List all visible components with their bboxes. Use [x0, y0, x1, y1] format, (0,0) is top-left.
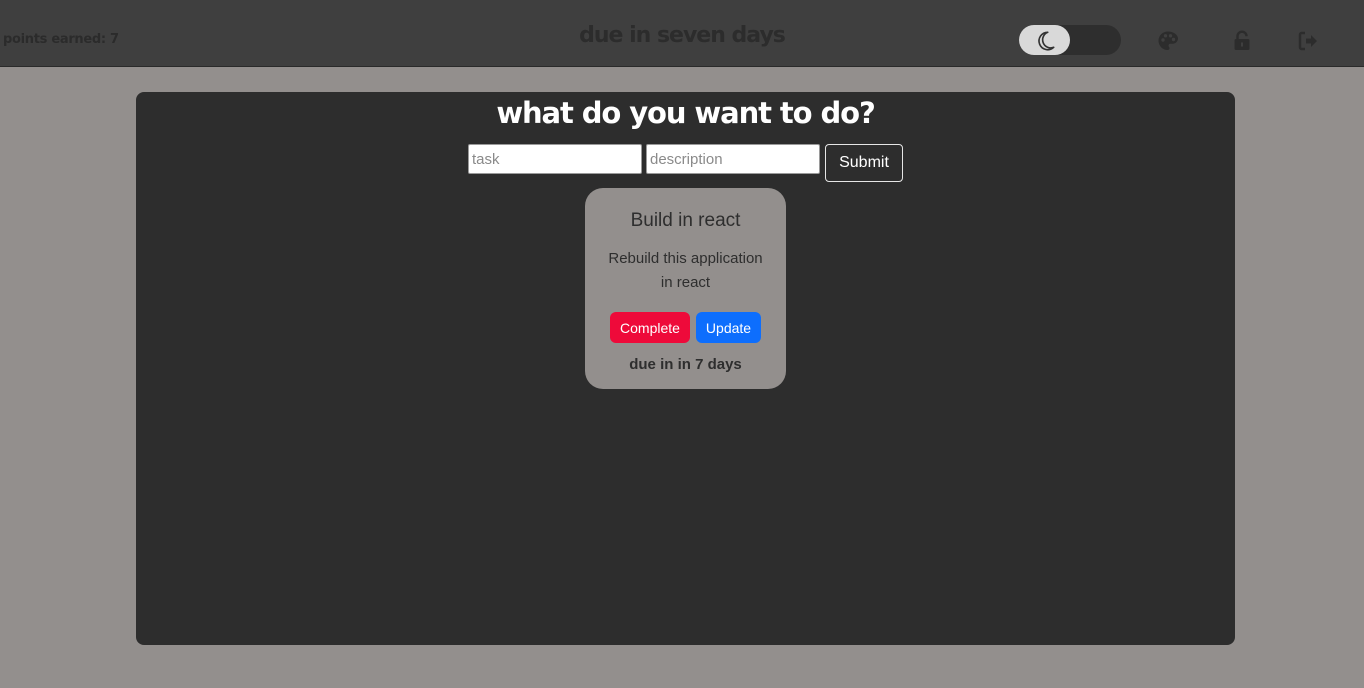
- heading-container: what do you want to do?: [136, 95, 1235, 131]
- description-input[interactable]: [646, 144, 820, 174]
- sign-out-icon[interactable]: [1296, 29, 1320, 53]
- moon-icon: [1038, 31, 1055, 51]
- page-heading: what do you want to do?: [496, 96, 875, 130]
- submit-button[interactable]: Submit: [825, 144, 903, 182]
- complete-button[interactable]: Complete: [610, 312, 690, 343]
- task-description: Rebuild this application in react: [608, 250, 763, 291]
- update-button[interactable]: Update: [696, 312, 761, 343]
- unlock-icon[interactable]: [1230, 29, 1254, 53]
- task-input[interactable]: [468, 144, 642, 174]
- palette-icon[interactable]: [1156, 29, 1180, 53]
- task-card: Build in react Rebuild this application …: [585, 188, 786, 389]
- top-nav-bar: points earned: 7 due in seven days: [0, 0, 1364, 67]
- due-label: due in in 7 days: [629, 356, 742, 373]
- theme-toggle[interactable]: [1019, 25, 1121, 55]
- task-title: Build in react: [630, 210, 741, 231]
- toggle-knob[interactable]: [1019, 25, 1070, 55]
